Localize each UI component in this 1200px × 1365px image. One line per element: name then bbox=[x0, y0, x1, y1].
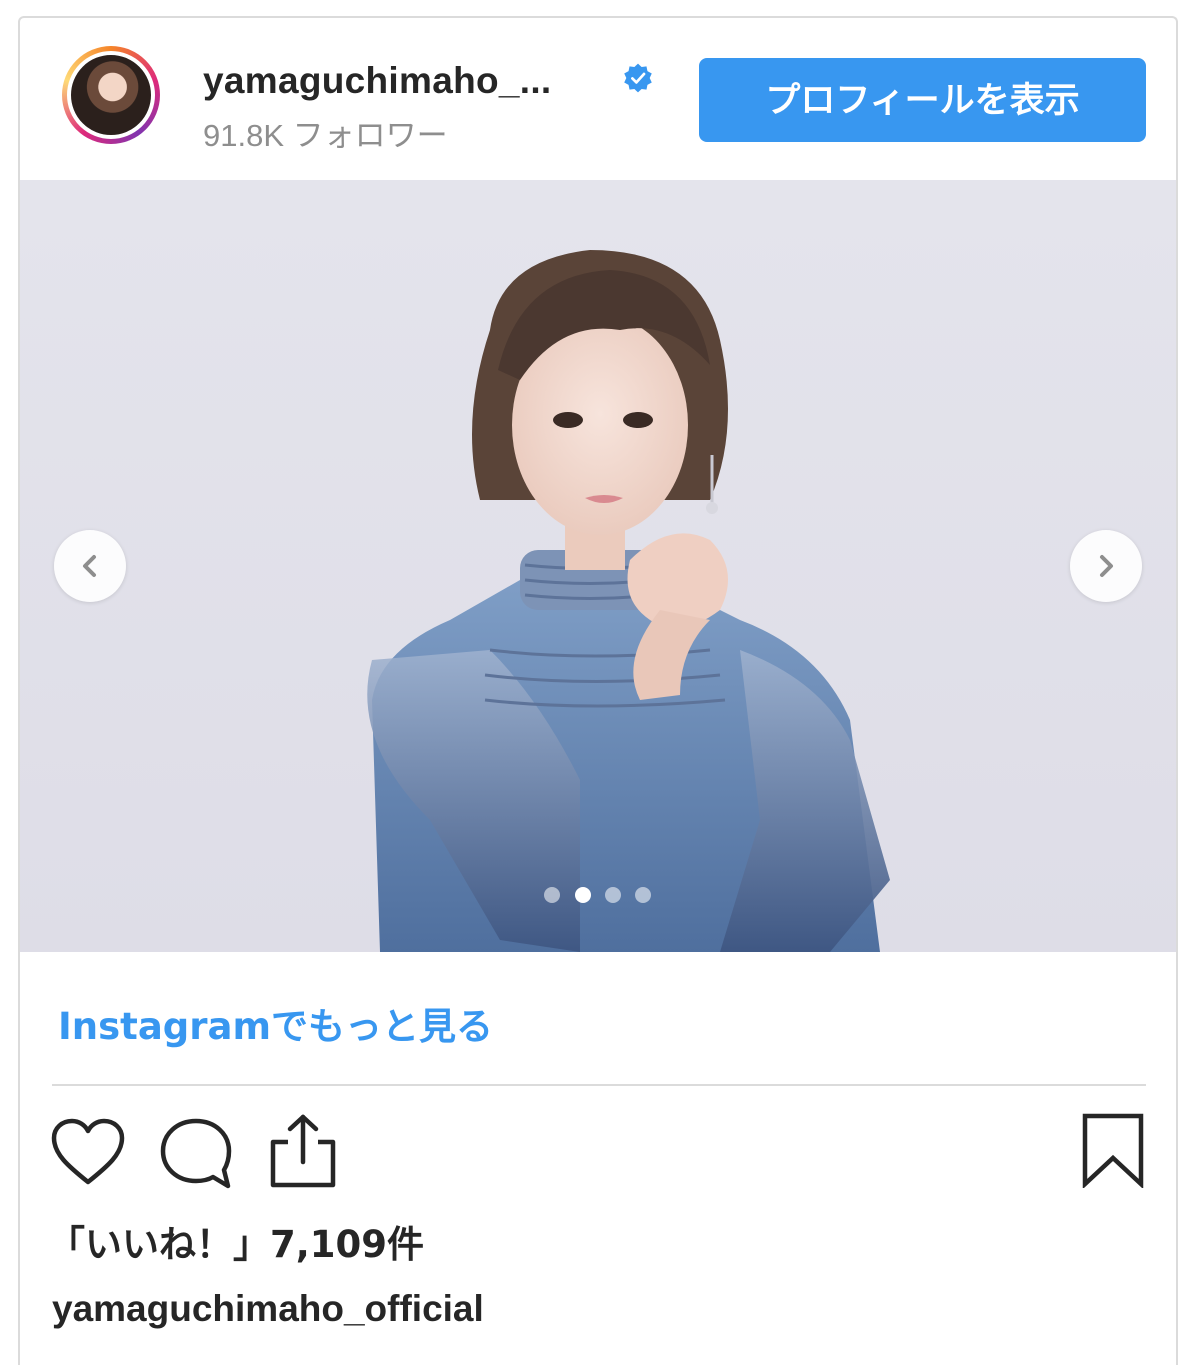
username[interactable]: yamaguchimaho_... bbox=[203, 60, 552, 102]
verified-badge-icon bbox=[624, 63, 652, 93]
share-icon[interactable] bbox=[268, 1112, 338, 1190]
view-profile-button[interactable]: プロフィールを表示 bbox=[699, 58, 1146, 142]
chevron-right-icon bbox=[1100, 555, 1113, 577]
avatar[interactable] bbox=[67, 51, 155, 139]
caption-username[interactable]: yamaguchimaho_official bbox=[52, 1288, 484, 1330]
carousel-dot bbox=[544, 887, 560, 903]
comment-icon[interactable] bbox=[158, 1116, 234, 1192]
carousel-prev-button[interactable] bbox=[54, 530, 126, 602]
instagram-embed-card: yamaguchimaho_... 91.8K フォロワー プロフィールを表示 bbox=[18, 16, 1178, 1365]
chevron-left-icon bbox=[83, 555, 96, 577]
avatar-ring[interactable] bbox=[62, 46, 160, 144]
heart-icon[interactable] bbox=[50, 1118, 126, 1186]
follower-count: 91.8K フォロワー bbox=[203, 118, 448, 153]
view-more-on-instagram-link[interactable]: Instagramでもっと見る bbox=[58, 996, 493, 1050]
carousel-dot-active bbox=[575, 887, 591, 903]
portrait-illustration bbox=[367, 250, 890, 952]
post-photo[interactable] bbox=[20, 180, 1176, 952]
divider bbox=[52, 1084, 1146, 1086]
carousel-dot bbox=[605, 887, 621, 903]
carousel-next-button[interactable] bbox=[1070, 530, 1142, 602]
post-header: yamaguchimaho_... 91.8K フォロワー プロフィールを表示 bbox=[20, 18, 1176, 180]
like-count[interactable]: 「いいね！」7,109件 bbox=[48, 1214, 424, 1268]
bookmark-icon[interactable] bbox=[1080, 1112, 1146, 1188]
carousel-dot bbox=[635, 887, 651, 903]
